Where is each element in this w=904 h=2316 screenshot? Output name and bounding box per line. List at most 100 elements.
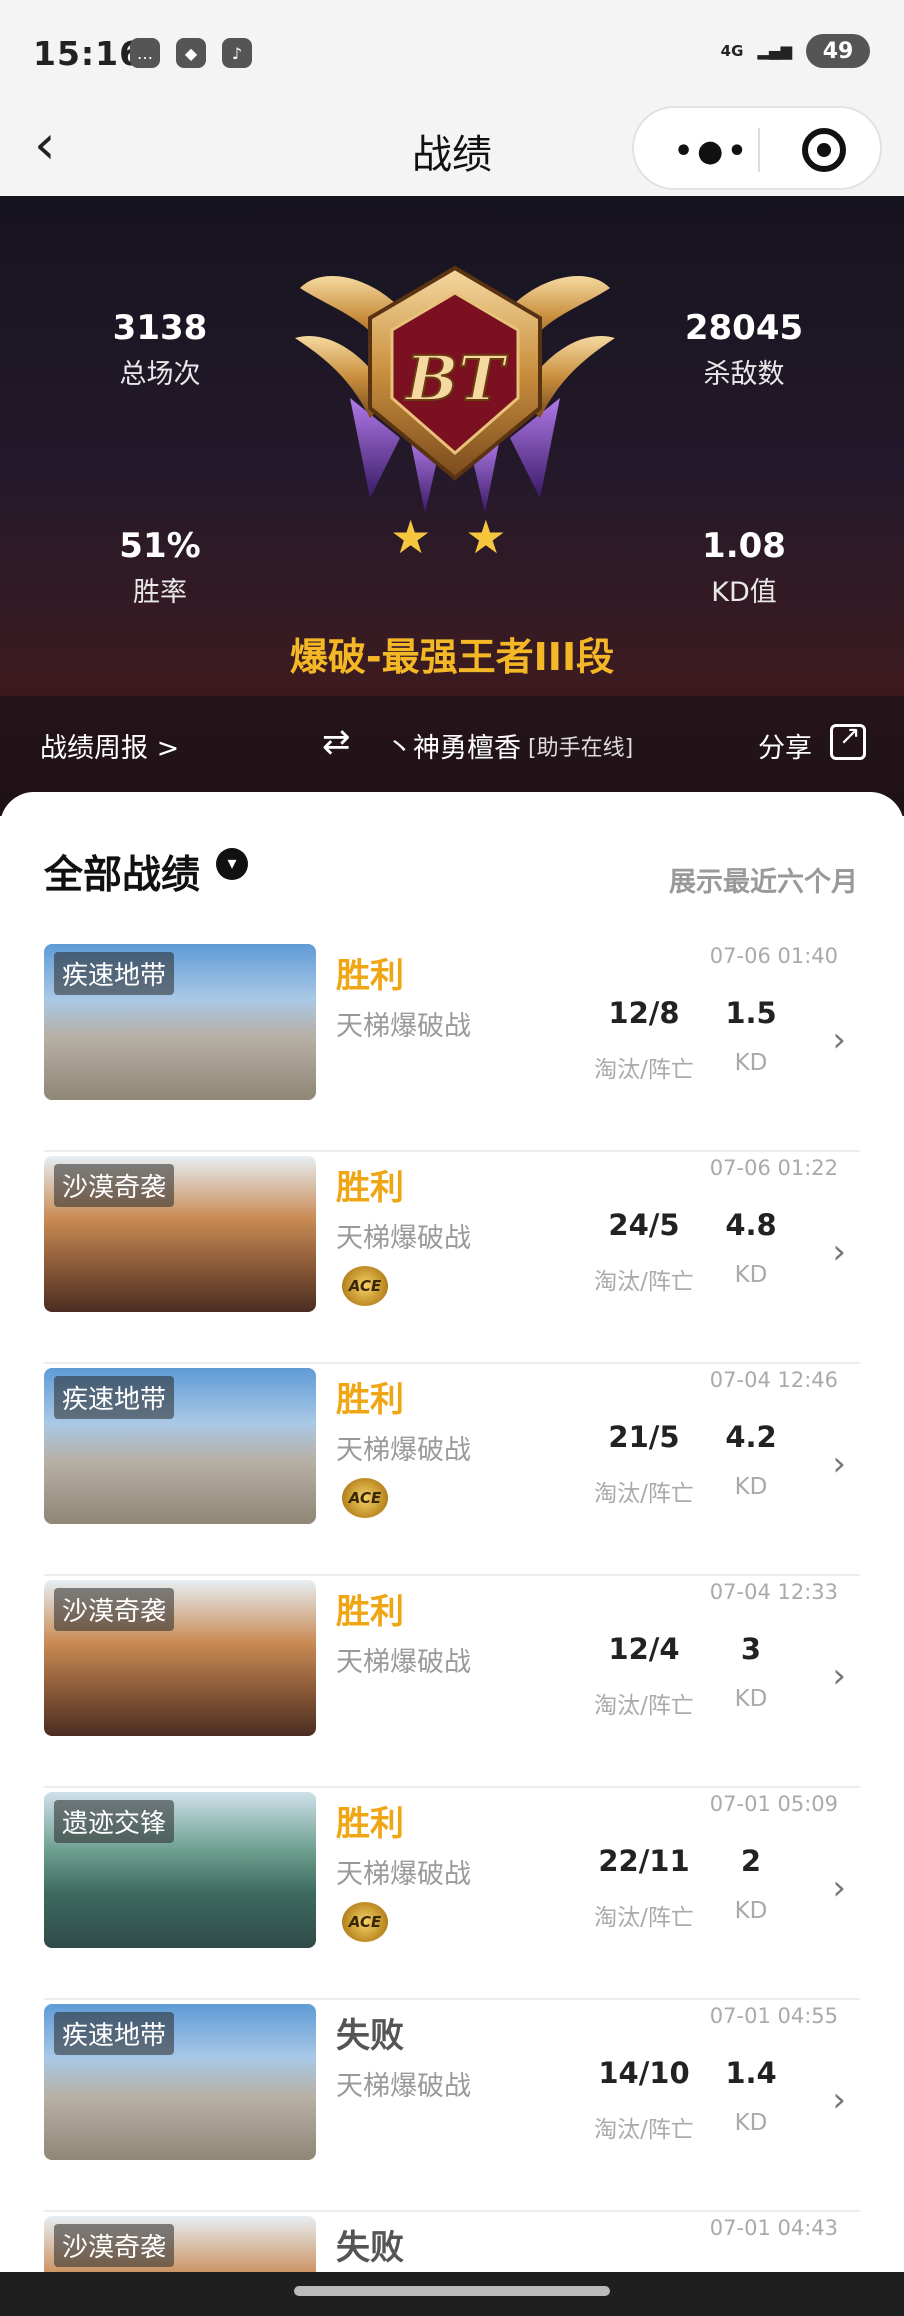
kill-death: 22/11 [598, 1844, 690, 1878]
chevron-right-icon[interactable]: › [832, 1444, 846, 1484]
player-name: 丶神勇檀香 [386, 733, 521, 764]
match-result: 胜利 [336, 1592, 404, 1632]
kill-death-label: 淘汰/阵亡 [594, 1693, 694, 1719]
miniapp-capsule: •●• [632, 106, 882, 190]
music-icon: ♪ [222, 38, 252, 68]
match-row[interactable]: 疾速地带 失败 天梯爆破战 07-01 04:55 14/10 淘汰/阵亡 1.… [44, 2000, 860, 2212]
kd-value: 1.4 [725, 2056, 777, 2090]
match-mode: 天梯爆破战 [336, 1011, 471, 1042]
capsule-divider [758, 128, 760, 172]
more-dots-icon[interactable]: •●• [674, 134, 751, 169]
assistant-status: [助手在线] [528, 736, 634, 761]
kill-death: 12/4 [608, 1632, 680, 1666]
chevron-right-icon[interactable]: › [832, 1868, 846, 1908]
kd-label: KD [734, 1474, 768, 1500]
notification-icons: … ◆ ♪ [130, 38, 252, 68]
match-result: 胜利 [336, 1380, 404, 1420]
kd-label: KD [734, 1050, 768, 1076]
kd-label: KD [734, 2110, 768, 2136]
status-time: 15:16 [33, 34, 144, 73]
weekly-report-link[interactable]: 战绩周报 > [40, 726, 179, 765]
kd-value: 3 [740, 1632, 762, 1666]
chevron-right-icon[interactable]: › [832, 1656, 846, 1696]
match-result: 失败 [336, 2228, 404, 2268]
share-icon[interactable] [830, 721, 866, 760]
match-row[interactable]: 沙漠奇袭 胜利 天梯爆破战 07-04 12:33 12/4 淘汰/阵亡 3 K… [44, 1576, 860, 1788]
battery-indicator: 49 [806, 34, 870, 68]
match-mode: 天梯爆破战 [336, 2071, 471, 2102]
chevron-right-icon[interactable]: › [832, 2080, 846, 2120]
map-thumbnail: 沙漠奇袭 [44, 1580, 316, 1736]
status-right: 4G ▂▄▆ 49 [721, 34, 870, 68]
kill-death-label: 淘汰/阵亡 [594, 2117, 694, 2143]
section-note: 展示最近六个月 [669, 867, 858, 898]
gesture-bar [0, 2272, 904, 2316]
kd-label: KD [734, 1898, 768, 1924]
match-result: 胜利 [336, 956, 404, 996]
kd-value: 1.5 [725, 996, 777, 1030]
hero-actions: 战绩周报 > ⇄ 丶神勇檀香 [助手在线] 分享 [0, 196, 904, 816]
share-button[interactable]: 分享 [758, 726, 812, 765]
screen: { "status": {"time": "15:16", "network":… [0, 0, 904, 2316]
kill-death-label: 淘汰/阵亡 [594, 1481, 694, 1507]
kill-death: 12/8 [608, 996, 680, 1030]
close-target-icon[interactable] [802, 128, 846, 172]
match-mode: 天梯爆破战 [336, 1223, 471, 1254]
match-date: 07-01 04:43 [709, 2216, 838, 2240]
map-thumbnail: 疾速地带 [44, 2004, 316, 2160]
match-date: 07-06 01:22 [709, 1156, 838, 1180]
match-result: 胜利 [336, 1168, 404, 1208]
match-row[interactable]: 沙漠奇袭 失败 07-01 04:43 [44, 2212, 860, 2272]
match-mode: 天梯爆破战 [336, 1435, 471, 1466]
match-mode: 天梯爆破战 [336, 1859, 471, 1890]
match-result: 胜利 [336, 1804, 404, 1844]
chat-icon: … [130, 38, 160, 68]
map-name: 遗迹交锋 [54, 1800, 175, 1843]
match-row[interactable]: 疾速地带 胜利 天梯爆破战 07-06 01:40 12/8 淘汰/阵亡 1.5… [44, 940, 860, 1152]
kill-death: 14/10 [598, 2056, 690, 2090]
nav-bar: ‹ 战绩 •●• [0, 100, 904, 196]
match-row[interactable]: 疾速地带 胜利 天梯爆破战 ACE 07-04 12:46 21/5 淘汰/阵亡… [44, 1364, 860, 1576]
map-name: 疾速地带 [54, 1376, 175, 1419]
map-thumbnail: 沙漠奇袭 [44, 2216, 316, 2272]
map-thumbnail: 遗迹交锋 [44, 1792, 316, 1948]
match-date: 07-04 12:33 [709, 1580, 838, 1604]
kill-death-label: 淘汰/阵亡 [594, 1269, 694, 1295]
signal-icon: ▂▄▆ [757, 41, 792, 60]
kill-death: 24/5 [608, 1208, 680, 1242]
home-indicator[interactable] [294, 2286, 610, 2296]
kd-value: 4.8 [725, 1208, 777, 1242]
section-title[interactable]: 全部战绩 [44, 844, 200, 900]
kd-label: KD [734, 1262, 768, 1288]
kill-death-label: 淘汰/阵亡 [594, 1057, 694, 1083]
map-name: 沙漠奇袭 [54, 1164, 175, 1207]
match-row[interactable]: 遗迹交锋 胜利 天梯爆破战 ACE 07-01 05:09 22/11 淘汰/阵… [44, 1788, 860, 2000]
map-thumbnail: 沙漠奇袭 [44, 1156, 316, 1312]
map-name: 疾速地带 [54, 2012, 175, 2055]
status-bar: 15:16 … ◆ ♪ 4G ▂▄▆ 49 [0, 0, 904, 100]
ace-badge-icon: ACE [342, 1266, 388, 1306]
match-row[interactable]: 沙漠奇袭 胜利 天梯爆破战 ACE 07-06 01:22 24/5 淘汰/阵亡… [44, 1152, 860, 1364]
match-date: 07-04 12:46 [709, 1368, 838, 1392]
dropdown-caret-icon[interactable]: ▾ [216, 848, 248, 880]
kd-label: KD [734, 1686, 768, 1712]
kd-value: 2 [740, 1844, 762, 1878]
match-mode: 天梯爆破战 [336, 1647, 471, 1678]
kill-death: 21/5 [608, 1420, 680, 1454]
match-list: 疾速地带 胜利 天梯爆破战 07-06 01:40 12/8 淘汰/阵亡 1.5… [44, 940, 860, 2272]
match-date: 07-06 01:40 [709, 944, 838, 968]
chevron-right-icon[interactable]: › [832, 1232, 846, 1272]
swap-account-icon[interactable]: ⇄ [322, 722, 351, 762]
kd-value: 4.2 [725, 1420, 777, 1454]
match-date: 07-01 04:55 [709, 2004, 838, 2028]
network-indicator: 4G [720, 41, 744, 60]
ace-badge-icon: ACE [342, 1478, 388, 1518]
map-name: 疾速地带 [54, 952, 175, 995]
app-icon: ◆ [176, 38, 206, 68]
records-sheet: 全部战绩 ▾ 展示最近六个月 疾速地带 胜利 天梯爆破战 07-06 01:40… [0, 792, 904, 2272]
map-name: 沙漠奇袭 [54, 2224, 175, 2267]
kill-death-label: 淘汰/阵亡 [594, 1905, 694, 1931]
map-thumbnail: 疾速地带 [44, 944, 316, 1100]
chevron-right-icon[interactable]: › [832, 1020, 846, 1060]
ace-badge-icon: ACE [342, 1902, 388, 1942]
